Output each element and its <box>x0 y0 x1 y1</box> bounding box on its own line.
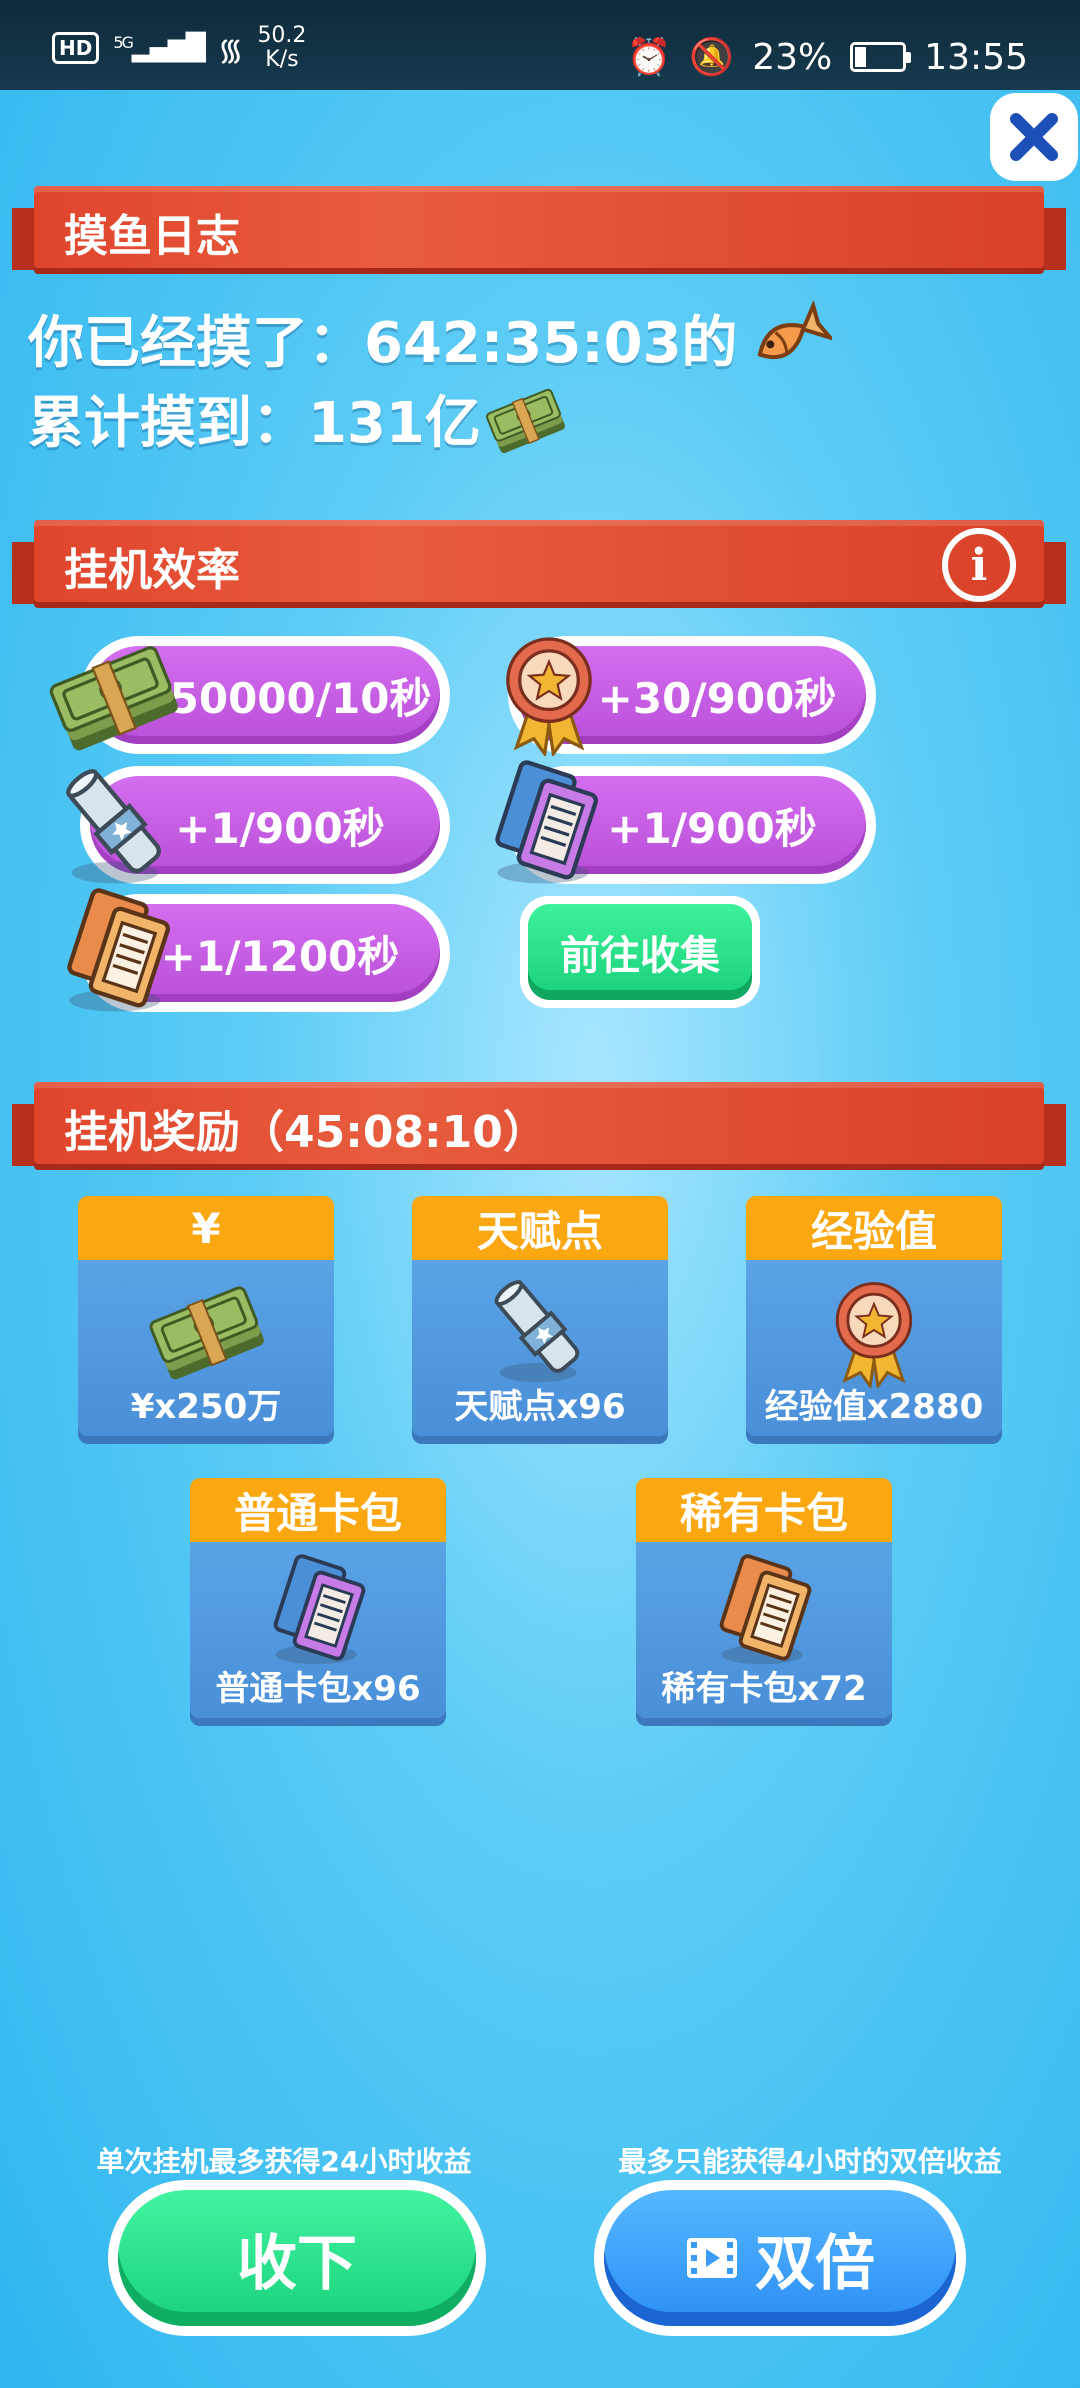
battery-percent: 23% <box>752 36 833 78</box>
cash-icon <box>147 1282 268 1383</box>
double-label: 双倍 <box>755 2228 875 2299</box>
reward-card-label: 稀有卡包x72 <box>661 1669 867 1709</box>
fishing-log-title: 摸鱼日志 <box>64 211 240 262</box>
efficiency-title: 挂机效率 <box>64 545 240 596</box>
reward-card-head: 普通卡包 <box>190 1478 446 1542</box>
fishing-time-line: 你已经摸了：642:35:03的 <box>28 298 832 379</box>
card-pack-icon <box>269 1554 370 1667</box>
reward-card-label: 天赋点x96 <box>454 1387 626 1427</box>
battery-icon <box>850 42 912 72</box>
hd-icon: HD <box>52 32 100 64</box>
reward-card-label: 普通卡包x96 <box>215 1669 421 1709</box>
signal-icon: 5G▂▄▆█ <box>113 33 206 63</box>
network-speed: 50.2 K/s <box>257 23 307 72</box>
reward-card-common-pack: 普通卡包 普通卡包x96 <box>190 1478 446 1722</box>
double-note: 最多只能获得4小时的双倍收益 <box>618 2145 1002 2178</box>
reward-card-head: ¥ <box>78 1196 334 1260</box>
fishing-time-text: 你已经摸了：642:35:03的 <box>28 311 738 376</box>
video-icon <box>687 2238 737 2278</box>
reward-card-exp: 经验值 经验值x2880 <box>746 1196 1002 1440</box>
clock: 13:55 <box>924 36 1028 78</box>
rewards-ribbon: 挂机奖励（45:08:10） <box>12 1082 1066 1182</box>
collect-note: 单次挂机最多获得24小时收益 <box>96 2145 472 2178</box>
reward-card-rare-pack: 稀有卡包 稀有卡包x72 <box>636 1478 892 1722</box>
status-bar: HD 5G▂▄▆█ ᯾ 50.2 K/s ⏰ 🔕 23% 13:55 <box>0 0 1080 90</box>
fishing-total-line: 累计摸到：131亿 <box>28 378 565 459</box>
reward-card-head: 天赋点 <box>412 1196 668 1260</box>
close-button[interactable] <box>990 93 1078 181</box>
medal-icon <box>835 1282 913 1388</box>
goto-collect-label: 前往收集 <box>528 904 752 1000</box>
rare-card-pack-icon <box>715 1554 816 1667</box>
blue-ticket-icon <box>480 760 610 890</box>
rewards-title: 挂机奖励（45:08:10） <box>64 1107 547 1158</box>
reward-card-head: 稀有卡包 <box>636 1478 892 1542</box>
collect-label: 收下 <box>237 2228 357 2299</box>
medal-icon <box>506 637 592 756</box>
reward-card-label: 经验值x2880 <box>764 1387 984 1427</box>
info-icon[interactable]: i <box>942 528 1016 602</box>
fishing-log-ribbon: 摸鱼日志 <box>12 186 1066 286</box>
goto-collect-button[interactable]: 前往收集 <box>520 896 760 1008</box>
double-button[interactable]: 双倍 <box>594 2180 966 2336</box>
fish-icon <box>757 300 832 359</box>
reward-card-label: ¥x250万 <box>130 1387 282 1427</box>
cash-icon <box>48 642 178 754</box>
wifi-icon: ᯾ <box>217 32 244 68</box>
close-icon <box>1010 113 1058 161</box>
reward-card-money: ¥ ¥x250万 <box>78 1196 334 1440</box>
fishing-total-text: 累计摸到：131亿 <box>28 391 481 456</box>
cash-icon <box>484 385 565 455</box>
orange-ticket-icon <box>52 888 182 1018</box>
reward-card-head: 经验值 <box>746 1196 1002 1260</box>
scroll-icon <box>488 1274 586 1385</box>
efficiency-ribbon: 挂机效率 i <box>12 520 1066 620</box>
alarm-icon: ⏰ <box>626 37 672 78</box>
mute-icon: 🔕 <box>689 37 735 78</box>
collect-button[interactable]: 收下 <box>108 2180 486 2336</box>
reward-card-talent: 天赋点 天赋点x96 <box>412 1196 668 1440</box>
scroll-icon <box>52 760 182 890</box>
